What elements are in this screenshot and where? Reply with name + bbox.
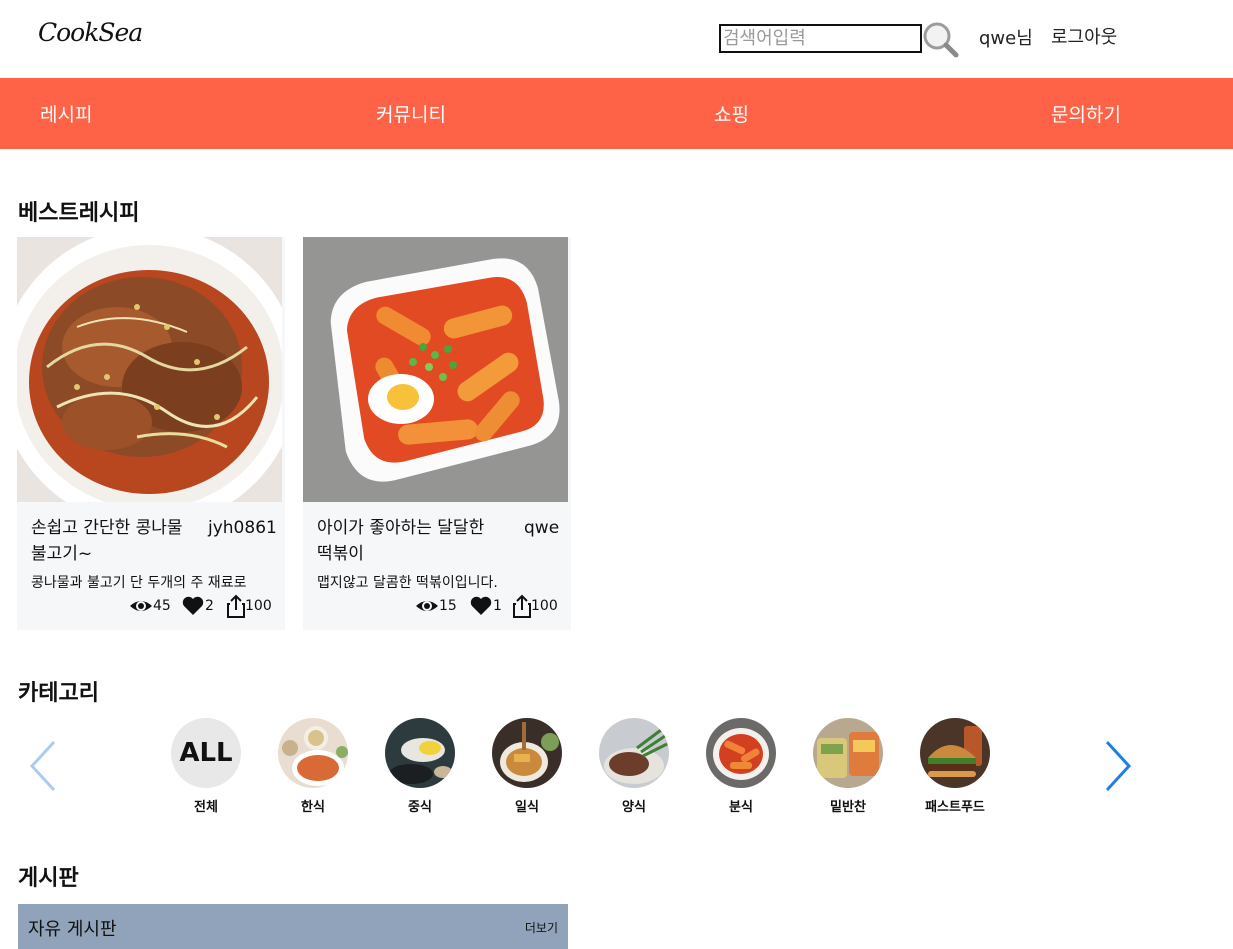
user-name: qwe님	[979, 28, 1033, 49]
free-board-header: 자유 게시판 더보기	[18, 904, 568, 949]
category-label: 중식	[408, 800, 432, 815]
recipe-image-tteokbokki[interactable]	[303, 237, 568, 502]
like-count: 1	[493, 598, 502, 614]
eye-icon	[130, 601, 152, 611]
recipe-title[interactable]: 아이가 좋아하는 달달한 떡볶이	[317, 515, 487, 567]
recipe-card[interactable]: 손쉽고 간단한 콩나물 불고기~ jyh0861 콩나물과 불고기 단 두개의 …	[17, 237, 285, 630]
search-button[interactable]	[921, 19, 959, 59]
recipe-stats: 15 1 100	[415, 594, 565, 618]
category-label: 패스트푸드	[925, 800, 985, 815]
site-header: CookSea qwe님 로그아웃	[0, 0, 1233, 78]
search-input[interactable]	[719, 24, 922, 53]
category-prev-button[interactable]	[28, 740, 58, 792]
view-count: 45	[153, 598, 171, 614]
share-count: 100	[245, 598, 272, 614]
recipe-card[interactable]: 아이가 좋아하는 달달한 떡볶이 qwe 맵지않고 달콤한 떡볶이입니다. 15…	[303, 237, 571, 630]
category-label: 분식	[729, 800, 753, 815]
eye-icon	[416, 601, 438, 611]
category-all-badge: ALL	[171, 718, 241, 788]
category-fast-food-image	[920, 718, 990, 788]
category-label: 한식	[301, 800, 325, 815]
heart-icon[interactable]	[181, 594, 205, 618]
main-nav: 레시피 커뮤니티 쇼핑 문의하기	[0, 78, 1233, 149]
recipe-description: 콩나물과 불고기 단 두개의 주 재료로	[31, 575, 247, 591]
search-icon	[923, 22, 959, 58]
chevron-left-icon	[29, 740, 56, 792]
category-side-dish-image	[813, 718, 883, 788]
view-count: 15	[439, 598, 457, 614]
category-japanese-image	[492, 718, 562, 788]
all-badge-text: ALL	[179, 738, 233, 768]
category-korean-image	[278, 718, 348, 788]
category-label: 일식	[515, 800, 539, 815]
best-recipes-title: 베스트레시피	[18, 201, 140, 226]
nav-item-recipe[interactable]: 레시피	[40, 100, 92, 127]
share-count: 100	[531, 598, 558, 614]
share-icon[interactable]	[511, 594, 533, 618]
recipe-image-bulgogi[interactable]	[17, 237, 282, 502]
categories-title: 카테고리	[18, 681, 99, 706]
category-label: 밑반찬	[830, 800, 866, 815]
board-title: 게시판	[18, 866, 79, 891]
category-label: 전체	[194, 800, 218, 815]
more-link[interactable]: 더보기	[525, 919, 558, 936]
category-western-image	[599, 718, 669, 788]
category-snack-image	[706, 718, 776, 788]
share-icon[interactable]	[225, 594, 247, 618]
chevron-right-icon	[1105, 740, 1132, 792]
recipe-author: jyh0861	[208, 518, 277, 538]
like-count: 2	[205, 598, 214, 614]
free-board-title[interactable]: 자유 게시판	[28, 915, 117, 941]
nav-item-shopping[interactable]: 쇼핑	[714, 100, 749, 127]
category-chinese-image	[385, 718, 455, 788]
heart-icon[interactable]	[469, 594, 493, 618]
category-label: 양식	[622, 800, 646, 815]
nav-item-inquiry[interactable]: 문의하기	[1051, 100, 1121, 127]
logout-link[interactable]: 로그아웃	[1051, 23, 1117, 49]
recipe-title[interactable]: 손쉽고 간단한 콩나물 불고기~	[31, 515, 201, 567]
site-logo[interactable]: CookSea	[38, 18, 143, 47]
recipe-stats: 45 2 100	[129, 594, 279, 618]
category-next-button[interactable]	[1103, 740, 1133, 792]
recipe-author: qwe	[524, 518, 560, 538]
recipe-description: 맵지않고 달콤한 떡볶이입니다.	[317, 575, 498, 591]
nav-item-community[interactable]: 커뮤니티	[376, 100, 446, 127]
